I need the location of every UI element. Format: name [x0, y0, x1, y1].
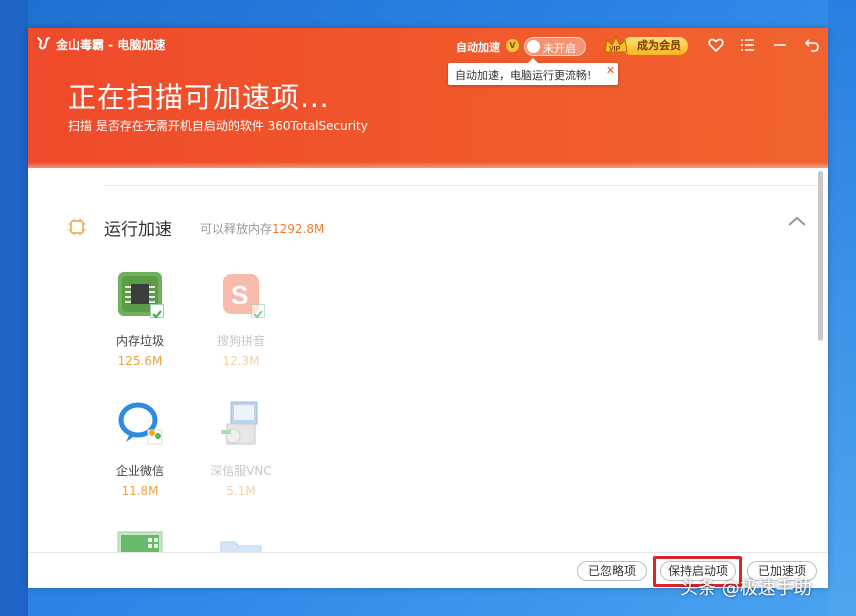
- scan-subtitle: 扫描 是否存在无需开机自启动的软件 360TotalSecurity: [68, 117, 368, 134]
- auto-speed-tooltip: 自动加速，电脑运行更流畅! ✕: [448, 63, 618, 85]
- svg-text:S: S: [231, 280, 248, 310]
- tile-size: 11.8M: [104, 484, 176, 498]
- section-subtitle-prefix: 可以释放内存: [200, 222, 272, 236]
- auto-speed-toggle[interactable]: 未开启: [524, 37, 586, 56]
- section-subtitle: 可以释放内存1292.8M: [200, 220, 324, 237]
- tile-label: 搜狗拼音: [205, 332, 277, 349]
- tile-size: 5.1M: [205, 484, 277, 498]
- tile-wecom[interactable]: 企业微信 11.8M: [104, 400, 176, 510]
- check-icon: [151, 308, 163, 320]
- ignored-items-button[interactable]: 已忽略项: [577, 561, 647, 581]
- desktop-background-left: [0, 0, 28, 616]
- check-icon: [252, 308, 264, 320]
- tooltip-close-icon[interactable]: ✕: [606, 64, 615, 77]
- tile-sogou-pinyin[interactable]: S 搜狗拼音 12.3M: [205, 270, 277, 380]
- auto-speed-label: 自动加速: [456, 39, 500, 55]
- tooltip-text: 自动加速，电脑运行更流畅!: [455, 67, 591, 83]
- installer-icon: [217, 400, 265, 448]
- scrollbar-thumb[interactable]: [818, 171, 823, 341]
- become-vip-button[interactable]: 成为会员 VIP: [602, 34, 692, 58]
- header-banner: 金山毒霸 - 电脑加速 自动加速 V 未开启 成为会员 VIP: [28, 28, 828, 168]
- tile-label: 内存垃圾: [104, 332, 176, 349]
- heart-icon[interactable]: [707, 36, 725, 54]
- tile-sangfor-vnc[interactable]: 深信服VNC 5.1M: [205, 400, 277, 510]
- cpu-icon: [68, 218, 86, 236]
- tile-memory-junk[interactable]: 内存垃圾 125.6M: [104, 270, 176, 380]
- wecom-icon: [116, 400, 164, 448]
- desktop-background-right: [828, 0, 856, 616]
- tile-label: 深信服VNC: [205, 462, 277, 479]
- tile-size: 12.3M: [205, 354, 277, 368]
- checkbox[interactable]: [251, 304, 265, 318]
- app-title: 金山毒霸 - 电脑加速: [56, 36, 165, 53]
- divider: [104, 185, 824, 186]
- vip-crown-icon: VIP: [602, 34, 630, 58]
- vip-button-label: 成为会员: [622, 37, 688, 55]
- scan-title: 正在扫描可加速项...: [68, 76, 330, 116]
- content-area[interactable]: 运行加速 可以释放内存1292.8M 内存垃圾 125.6M: [28, 168, 828, 552]
- vip-badge-text: VIP: [609, 46, 621, 53]
- checkbox[interactable]: [150, 304, 164, 318]
- tile-label: 企业微信: [104, 462, 176, 479]
- watermark: 头条 @极速手助: [680, 574, 812, 600]
- section-title: 运行加速: [104, 215, 172, 240]
- duba-logo-icon: [36, 35, 50, 51]
- tile-size: 125.6M: [104, 354, 176, 368]
- app-window: 金山毒霸 - 电脑加速 自动加速 V 未开启 成为会员 VIP: [28, 28, 828, 588]
- back-icon[interactable]: [803, 36, 821, 54]
- releasable-memory: 1292.8M: [272, 222, 324, 236]
- v-badge-icon: V: [506, 39, 519, 52]
- toggle-state-label: 未开启: [543, 40, 576, 56]
- toggle-knob: [527, 40, 540, 53]
- menu-icon[interactable]: [739, 36, 757, 54]
- chevron-up-icon[interactable]: [787, 214, 807, 228]
- minimize-icon[interactable]: [771, 36, 789, 54]
- title-bar: 金山毒霸 - 电脑加速 自动加速 V 未开启 成为会员 VIP: [28, 28, 828, 62]
